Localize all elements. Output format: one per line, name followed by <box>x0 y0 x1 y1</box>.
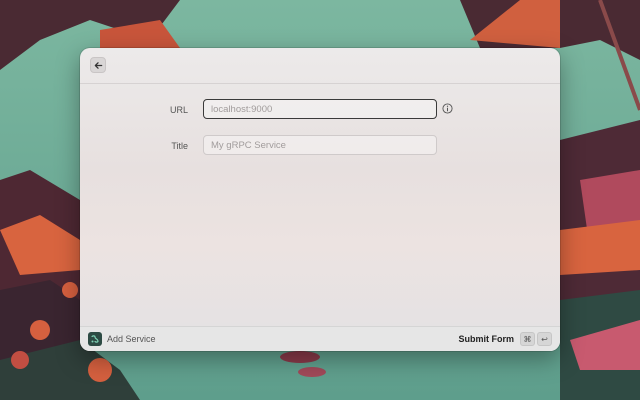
arrow-left-icon <box>94 61 102 69</box>
title-input[interactable] <box>203 135 437 155</box>
url-label: URL <box>169 105 188 115</box>
back-button[interactable] <box>90 57 106 73</box>
command-key-badge: ⌘ <box>520 332 535 346</box>
submit-form-action[interactable]: Submit Form <box>459 334 515 344</box>
grpc-extension-icon <box>88 332 102 346</box>
raycast-window: URL Title Add Service Submit Form ⌘ ↩ <box>80 48 560 351</box>
info-icon[interactable] <box>442 103 453 114</box>
action-footer: Add Service Submit Form ⌘ ↩ <box>80 326 560 351</box>
window-topbar <box>80 48 560 84</box>
command-title: Add Service <box>107 334 156 344</box>
return-key-badge: ↩ <box>537 332 552 346</box>
url-input[interactable] <box>203 99 437 119</box>
title-label: Title <box>171 141 188 151</box>
